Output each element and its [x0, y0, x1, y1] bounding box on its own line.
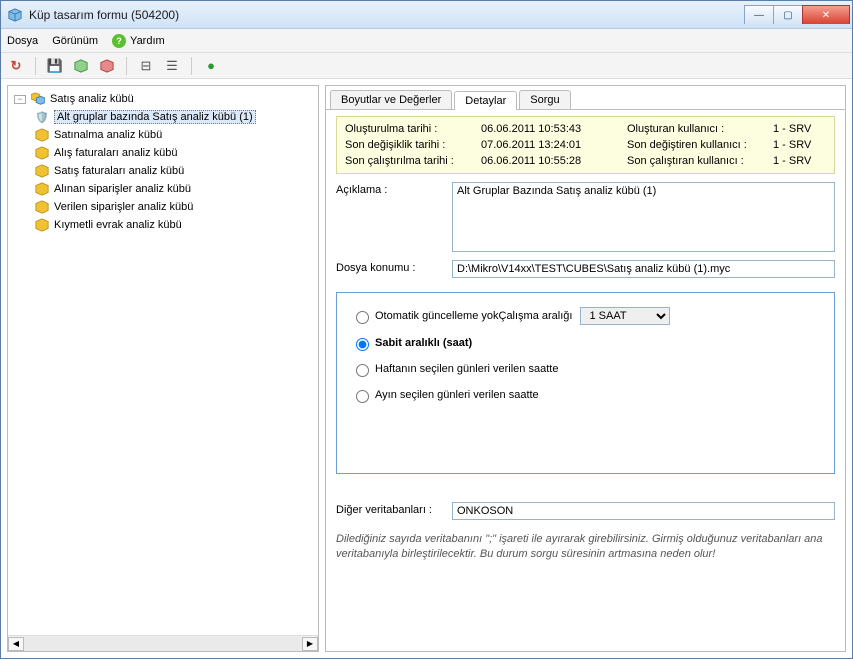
filepath-label: Dosya konumu :: [336, 260, 444, 274]
interval-label: Çalışma aralığı: [499, 310, 573, 322]
cube-icon: [34, 181, 50, 197]
menu-file[interactable]: Dosya: [7, 35, 38, 47]
help-icon: ?: [112, 34, 126, 48]
tab-body-details: Oluşturulma tarihi : 06.06.2011 10:53:43…: [326, 109, 845, 651]
modified-date-label: Son değişiklik tarihi :: [345, 139, 475, 151]
created-user-label: Oluşturan kullanıcı :: [627, 123, 767, 135]
cube-delete-icon[interactable]: [98, 57, 116, 75]
filepath-row: Dosya konumu :: [336, 260, 835, 278]
close-button[interactable]: ✕: [802, 5, 850, 24]
schedule-option-weekly[interactable]: Haftanın seçilen günleri verilen saatte: [351, 361, 820, 377]
interval-select[interactable]: 1 SAAT: [580, 307, 670, 325]
menu-view[interactable]: Görünüm: [52, 35, 98, 47]
otherdb-note: Dilediğiniz sayıda veritabanını ";" işar…: [336, 532, 835, 563]
refresh-icon[interactable]: ↻: [7, 57, 25, 75]
tree-icon[interactable]: ⊟: [137, 57, 155, 75]
scroll-left-icon[interactable]: ◀: [8, 637, 24, 651]
shield-icon: 🛡️: [34, 109, 50, 125]
filepath-input[interactable]: [452, 260, 835, 278]
schedule-group: Otomatik güncelleme yok Çalışma aralığı …: [336, 292, 835, 474]
cube-icon: [34, 145, 50, 161]
tree-panel: − Satış analiz kübü 🛡️ Alt gruplar bazın…: [7, 85, 319, 652]
horizontal-scrollbar[interactable]: ◀ ▶: [8, 635, 318, 651]
otherdb-label: Diğer veritabanları :: [336, 502, 444, 516]
schedule-option-monthly[interactable]: Ayın seçilen günleri verilen saatte: [351, 387, 820, 403]
titlebar: Küp tasarım formu (504200) — ▢ ✕: [1, 1, 852, 29]
cube-icon: [34, 199, 50, 215]
cube-icon: [34, 127, 50, 143]
audit-info: Oluşturulma tarihi : 06.06.2011 10:53:43…: [336, 116, 835, 174]
save-icon[interactable]: 💾: [46, 57, 64, 75]
tree-item[interactable]: Verilen siparişler analiz kübü: [10, 198, 316, 216]
cube-icon: [34, 217, 50, 233]
tree-item[interactable]: Kıymetli evrak analiz kübü: [10, 216, 316, 234]
modified-date-value: 07.06.2011 13:24:01: [481, 139, 621, 151]
modified-user-label: Son değiştiren kullanıcı :: [627, 139, 767, 151]
tree-item[interactable]: Satış faturaları analiz kübü: [10, 162, 316, 180]
lastrun-date-label: Son çalıştırılma tarihi :: [345, 155, 475, 167]
detail-panel: Boyutlar ve Değerler Detaylar Sorgu Oluş…: [325, 85, 846, 652]
menubar: Dosya Görünüm ? Yardım: [1, 29, 852, 53]
created-date-label: Oluşturulma tarihi :: [345, 123, 475, 135]
window-title: Küp tasarım formu (504200): [29, 8, 745, 22]
scroll-right-icon[interactable]: ▶: [302, 637, 318, 651]
tree-item[interactable]: 🛡️ Alt gruplar bazında Satış analiz kübü…: [10, 108, 316, 126]
lastrun-user-value: 1 - SRV: [773, 155, 833, 167]
radio-monthly[interactable]: [356, 390, 369, 403]
tabstrip: Boyutlar ve Değerler Detaylar Sorgu: [326, 86, 845, 109]
tab-query[interactable]: Sorgu: [519, 90, 570, 109]
otherdb-row: Diğer veritabanları :: [336, 502, 835, 520]
radio-weekly[interactable]: [356, 364, 369, 377]
lastrun-date-value: 06.06.2011 10:55:28: [481, 155, 621, 167]
client-area: − Satış analiz kübü 🛡️ Alt gruplar bazın…: [1, 79, 852, 658]
cube-icon: [34, 163, 50, 179]
list-icon[interactable]: ☰: [163, 57, 181, 75]
maximize-button[interactable]: ▢: [773, 5, 803, 24]
otherdb-input[interactable]: [452, 502, 835, 520]
run-icon[interactable]: ●: [202, 57, 220, 75]
tab-details[interactable]: Detaylar: [454, 91, 517, 110]
minimize-button[interactable]: —: [744, 5, 774, 24]
cube-tree[interactable]: − Satış analiz kübü 🛡️ Alt gruplar bazın…: [8, 86, 318, 635]
created-user-value: 1 - SRV: [773, 123, 833, 135]
schedule-option-fixed[interactable]: Sabit aralıklı (saat): [351, 335, 820, 351]
lastrun-user-label: Son çalıştıran kullanıcı :: [627, 155, 767, 167]
description-input[interactable]: [452, 182, 835, 252]
description-row: Açıklama :: [336, 182, 835, 252]
window-buttons: — ▢ ✕: [745, 5, 850, 24]
created-date-value: 06.06.2011 10:53:43: [481, 123, 621, 135]
cube-add-icon[interactable]: [72, 57, 90, 75]
tab-dimensions[interactable]: Boyutlar ve Değerler: [330, 90, 452, 109]
tree-item[interactable]: Alış faturaları analiz kübü: [10, 144, 316, 162]
menu-help[interactable]: ? Yardım: [112, 34, 165, 48]
modified-user-value: 1 - SRV: [773, 139, 833, 151]
tree-item[interactable]: Alınan siparişler analiz kübü: [10, 180, 316, 198]
app-icon: [7, 7, 23, 23]
interval-row: Çalışma aralığı 1 SAAT: [499, 307, 671, 325]
description-label: Açıklama :: [336, 182, 444, 196]
collapse-icon[interactable]: −: [14, 95, 26, 104]
radio-fixed[interactable]: [356, 338, 369, 351]
app-window: Küp tasarım formu (504200) — ▢ ✕ Dosya G…: [0, 0, 853, 659]
tree-root[interactable]: − Satış analiz kübü: [10, 90, 316, 108]
schedule-option-none[interactable]: Otomatik güncelleme yok Çalışma aralığı …: [351, 307, 820, 325]
radio-none[interactable]: [356, 311, 369, 324]
tree-item[interactable]: Satınalma analiz kübü: [10, 126, 316, 144]
toolbar: ↻ 💾 ⊟ ☰ ●: [1, 53, 852, 79]
cube-group-icon: [30, 91, 46, 107]
